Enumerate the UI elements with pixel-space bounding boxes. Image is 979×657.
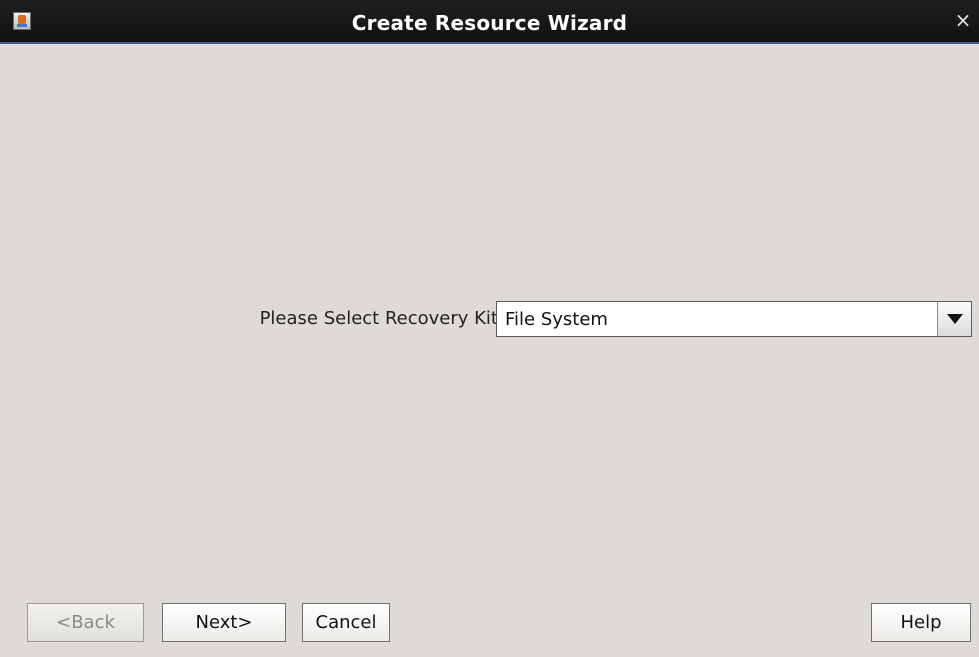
next-button[interactable]: Next> xyxy=(162,603,286,642)
back-button[interactable]: <Back xyxy=(27,603,144,642)
recovery-kit-label: Please Select Recovery Kit xyxy=(259,308,498,329)
help-button[interactable]: Help xyxy=(871,603,971,642)
chevron-down-icon xyxy=(947,314,963,324)
recovery-kit-value[interactable]: File System xyxy=(505,309,608,331)
wizard-content: Please Select Recovery Kit File System <… xyxy=(7,44,972,657)
cancel-button[interactable]: Cancel xyxy=(302,603,390,642)
window-title: Create Resource Wizard xyxy=(351,11,628,35)
window-titlebar: Create Resource Wizard × xyxy=(0,0,979,44)
dropdown-button[interactable] xyxy=(937,302,971,336)
close-icon[interactable]: × xyxy=(954,10,972,30)
create-resource-wizard-window: Create Resource Wizard × Please Select R… xyxy=(0,0,979,657)
recovery-kit-select[interactable]: File System xyxy=(496,301,972,337)
